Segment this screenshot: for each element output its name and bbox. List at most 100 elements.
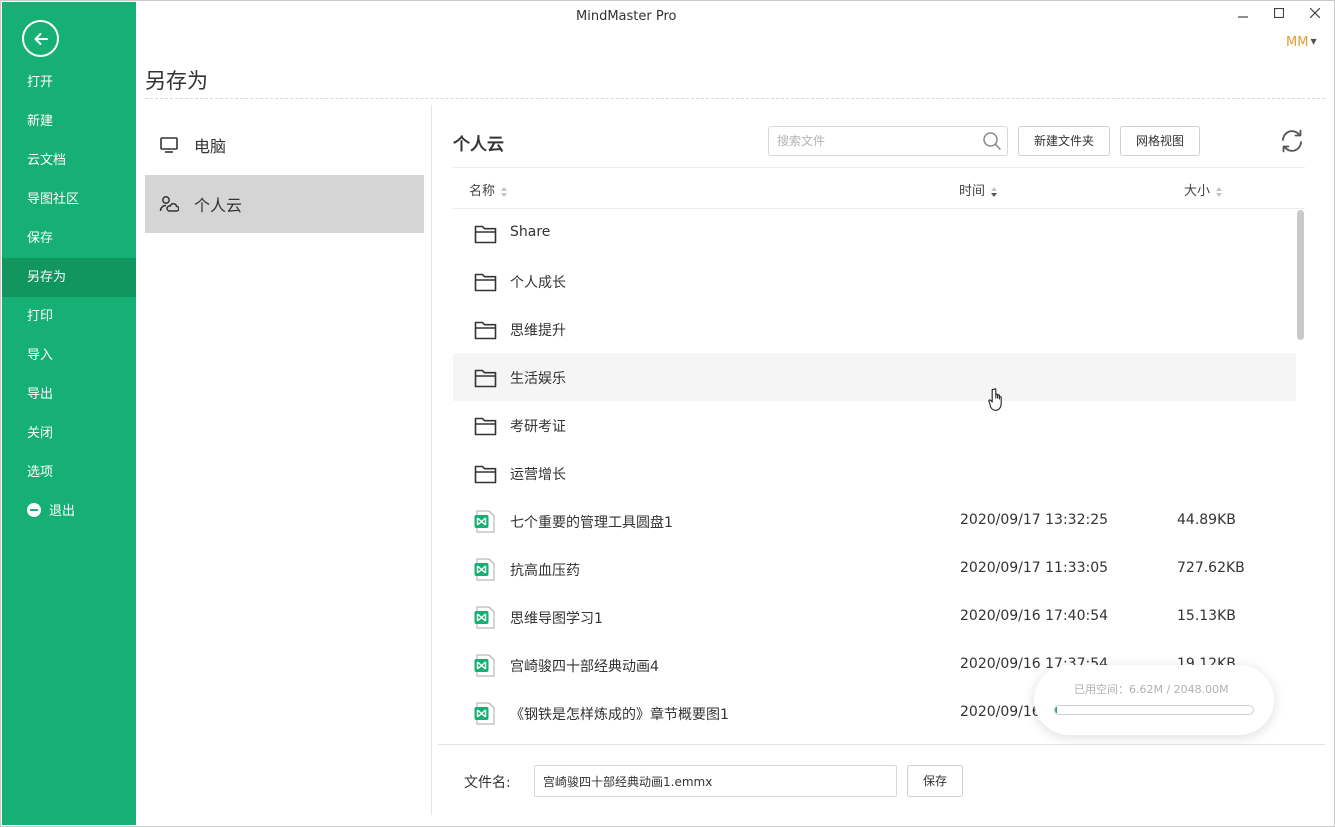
user-initials: MM [1286, 35, 1309, 50]
table-header: 名称 时间 大小 [453, 167, 1305, 209]
cloud-user-icon [159, 196, 179, 212]
back-button[interactable] [22, 20, 59, 57]
mindmap-file-icon [473, 701, 498, 726]
minimize-button[interactable] [1233, 5, 1253, 25]
location-label: 个人云 [194, 196, 243, 215]
sidebar-item-cloud-docs[interactable]: 云文档 [2, 141, 136, 180]
column-header-size[interactable]: 大小 [1184, 180, 1223, 199]
folder-icon [473, 365, 498, 390]
hand-cursor-icon [988, 388, 1002, 411]
sidebar-item-import[interactable]: 导入 [2, 336, 136, 375]
sidebar-item-community[interactable]: 导图社区 [2, 180, 136, 219]
column-label: 名称 [469, 184, 496, 199]
column-label: 大小 [1184, 184, 1211, 199]
folder-row[interactable]: 思维提升 [453, 305, 1296, 353]
sidebar-item-label: 导图社区 [27, 192, 80, 207]
column-header-name[interactable]: 名称 [469, 180, 508, 199]
sidebar-item-label: 保存 [27, 231, 54, 246]
storage-usage-bar [1054, 705, 1254, 715]
folder-row[interactable]: 运营增长 [453, 449, 1296, 497]
column-label: 时间 [959, 184, 986, 199]
user-menu[interactable]: MM ▼ [1286, 35, 1317, 50]
close-icon [1309, 7, 1321, 19]
sidebar-item-label: 打开 [27, 75, 54, 90]
row-name: 七个重要的管理工具圆盘1 [510, 515, 673, 531]
row-name: 宫崎骏四十部经典动画4 [510, 659, 659, 675]
folder-icon [473, 317, 498, 342]
sidebar-item-label: 导出 [27, 387, 54, 402]
sidebar-item-save[interactable]: 保存 [2, 219, 136, 258]
computer-icon [160, 137, 178, 153]
row-name: 个人成长 [510, 275, 566, 291]
sidebar-item-label: 关闭 [27, 426, 54, 441]
filename-input[interactable] [534, 765, 897, 797]
folder-icon [473, 461, 498, 486]
search-input[interactable] [768, 126, 1008, 156]
folder-row[interactable]: 考研考证 [453, 401, 1296, 449]
sidebar-item-label: 退出 [49, 504, 76, 519]
footer-divider [438, 744, 1325, 745]
sidebar-item-export[interactable]: 导出 [2, 375, 136, 414]
row-size: 44.89KB [1177, 512, 1236, 528]
minus-circle-icon [27, 503, 41, 517]
folder-row[interactable]: 个人成长 [453, 257, 1296, 305]
grid-view-button[interactable]: 网格视图 [1120, 126, 1200, 156]
app-title: MindMaster Pro [576, 9, 677, 24]
file-row[interactable]: 七个重要的管理工具圆盘1 2020/09/17 13:32:25 44.89KB [453, 497, 1296, 545]
maximize-button[interactable] [1269, 5, 1289, 25]
folder-row[interactable]: Share [453, 209, 1296, 257]
row-name: 思维导图学习1 [510, 611, 603, 627]
close-window-button[interactable] [1305, 5, 1325, 25]
mindmap-file-icon [473, 509, 498, 534]
mindmap-file-icon [473, 557, 498, 582]
storage-usage-fill [1055, 706, 1057, 714]
row-name: 考研考证 [510, 419, 566, 435]
sidebar-item-options[interactable]: 选项 [2, 453, 136, 492]
sidebar-item-label: 新建 [27, 114, 54, 129]
location-computer[interactable]: 电脑 [145, 116, 424, 174]
cloud-panel-title: 个人云 [453, 135, 504, 155]
file-row[interactable]: 抗高血压药 2020/09/17 11:33:05 727.62KB [453, 545, 1296, 593]
file-row[interactable]: 思维导图学习1 2020/09/16 17:40:54 15.13KB [453, 593, 1296, 641]
folder-row[interactable]: 生活娱乐 [453, 353, 1296, 401]
panel-divider [431, 105, 432, 815]
sidebar-item-label: 选项 [27, 465, 54, 480]
file-list: Share 个人成长思维提升生活娱乐考研考证运营增长七个重要的管理工具圆盘1 202… [453, 209, 1296, 744]
location-personal-cloud[interactable]: 个人云 [145, 175, 424, 233]
storage-usage-popup: 已用空间：6.62M / 2048.00M [1034, 665, 1274, 735]
row-name: 思维提升 [510, 323, 566, 339]
title-divider [145, 98, 1325, 99]
folder-icon [473, 221, 498, 246]
save-button[interactable]: 保存 [907, 765, 963, 797]
row-name: 生活娱乐 [510, 371, 566, 387]
mindmap-file-icon [473, 605, 498, 630]
sidebar: 打开新建云文档导图社区保存另存为打印导入导出关闭选项退出 [2, 2, 136, 825]
row-size: 15.13KB [1177, 608, 1236, 624]
row-name: 《钢铁是怎样炼成的》章节概要图1 [510, 707, 729, 723]
row-size: 727.62KB [1177, 560, 1245, 576]
sidebar-item-close[interactable]: 关闭 [2, 414, 136, 453]
filename-label: 文件名: [464, 775, 511, 791]
sidebar-item-new[interactable]: 新建 [2, 102, 136, 141]
scrollbar-thumb[interactable] [1297, 210, 1304, 340]
sidebar-item-label: 导入 [27, 348, 54, 363]
sidebar-item-exit[interactable]: 退出 [2, 492, 136, 531]
minimize-icon [1238, 16, 1248, 18]
sidebar-item-print[interactable]: 打印 [2, 297, 136, 336]
row-name: 抗高血压药 [510, 563, 580, 579]
sidebar-item-label: 另存为 [27, 270, 67, 285]
storage-usage-text: 已用空间：6.62M / 2048.00M [1074, 683, 1229, 696]
sort-desc-icon [991, 186, 998, 197]
row-time: 2020/09/17 13:32:25 [960, 512, 1109, 528]
row-time: 2020/09/16 17:40:54 [960, 608, 1109, 624]
sidebar-item-label: 云文档 [27, 153, 67, 168]
column-header-time[interactable]: 时间 [959, 180, 998, 199]
search-icon[interactable] [982, 131, 1002, 151]
sidebar-item-save-as[interactable]: 另存为 [2, 258, 136, 297]
sort-icon [1216, 186, 1223, 197]
new-folder-button[interactable]: 新建文件夹 [1018, 126, 1110, 156]
refresh-icon[interactable] [1278, 127, 1306, 155]
sidebar-item-open[interactable]: 打开 [2, 63, 136, 102]
mindmap-file-icon [473, 653, 498, 678]
page-title: 另存为 [145, 69, 208, 93]
